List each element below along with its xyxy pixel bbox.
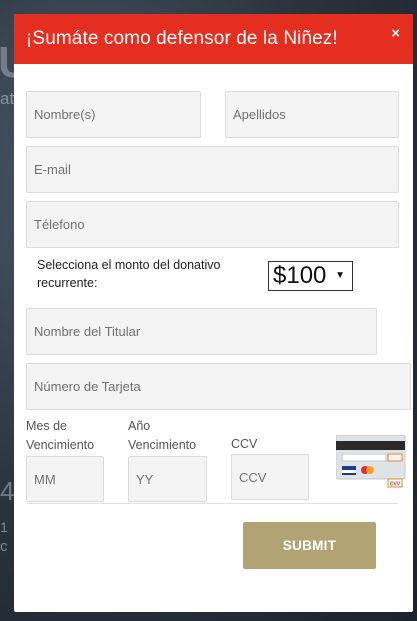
phone-input[interactable] <box>26 201 399 248</box>
form-divider <box>26 503 398 504</box>
amount-selected-value: $100 <box>273 262 327 289</box>
amount-label: Selecciona el monto del donativo recurre… <box>37 258 221 290</box>
cardholder-name-input[interactable] <box>26 308 377 355</box>
modal-header: ¡Sumáte como defensor de la Niñez! × <box>14 14 413 64</box>
ccv-label: CCV <box>231 437 258 451</box>
card-back-image: CVV <box>335 434 406 490</box>
first-name-input[interactable] <box>26 91 201 138</box>
cvv-tag-label: CVV <box>390 482 401 488</box>
exp-month-input[interactable] <box>26 456 104 502</box>
dropdown-arrow-icon: ▼ <box>335 270 345 281</box>
exp-month-label: Mes de Vencimiento <box>26 419 95 452</box>
background-text-fragment: c <box>0 538 8 555</box>
amount-select[interactable]: $100 ▼ <box>268 261 353 291</box>
background-text-fragment: 4 <box>0 476 15 506</box>
modal-title: ¡Sumáte como defensor de la Niñez! <box>26 28 338 49</box>
exp-year-input[interactable] <box>128 456 207 502</box>
background-text-fragment: 1 <box>0 519 8 535</box>
ccv-input[interactable] <box>231 454 309 500</box>
donation-modal: ¡Sumáte como defensor de la Niñez! × Sel… <box>14 14 413 612</box>
email-input[interactable] <box>26 146 399 193</box>
exp-year-label: Año Vencimiento <box>128 419 197 452</box>
submit-button[interactable]: SUBMIT <box>243 522 376 569</box>
card-number-input[interactable] <box>26 363 411 410</box>
last-name-input[interactable] <box>225 91 399 138</box>
close-icon[interactable]: × <box>391 25 400 43</box>
